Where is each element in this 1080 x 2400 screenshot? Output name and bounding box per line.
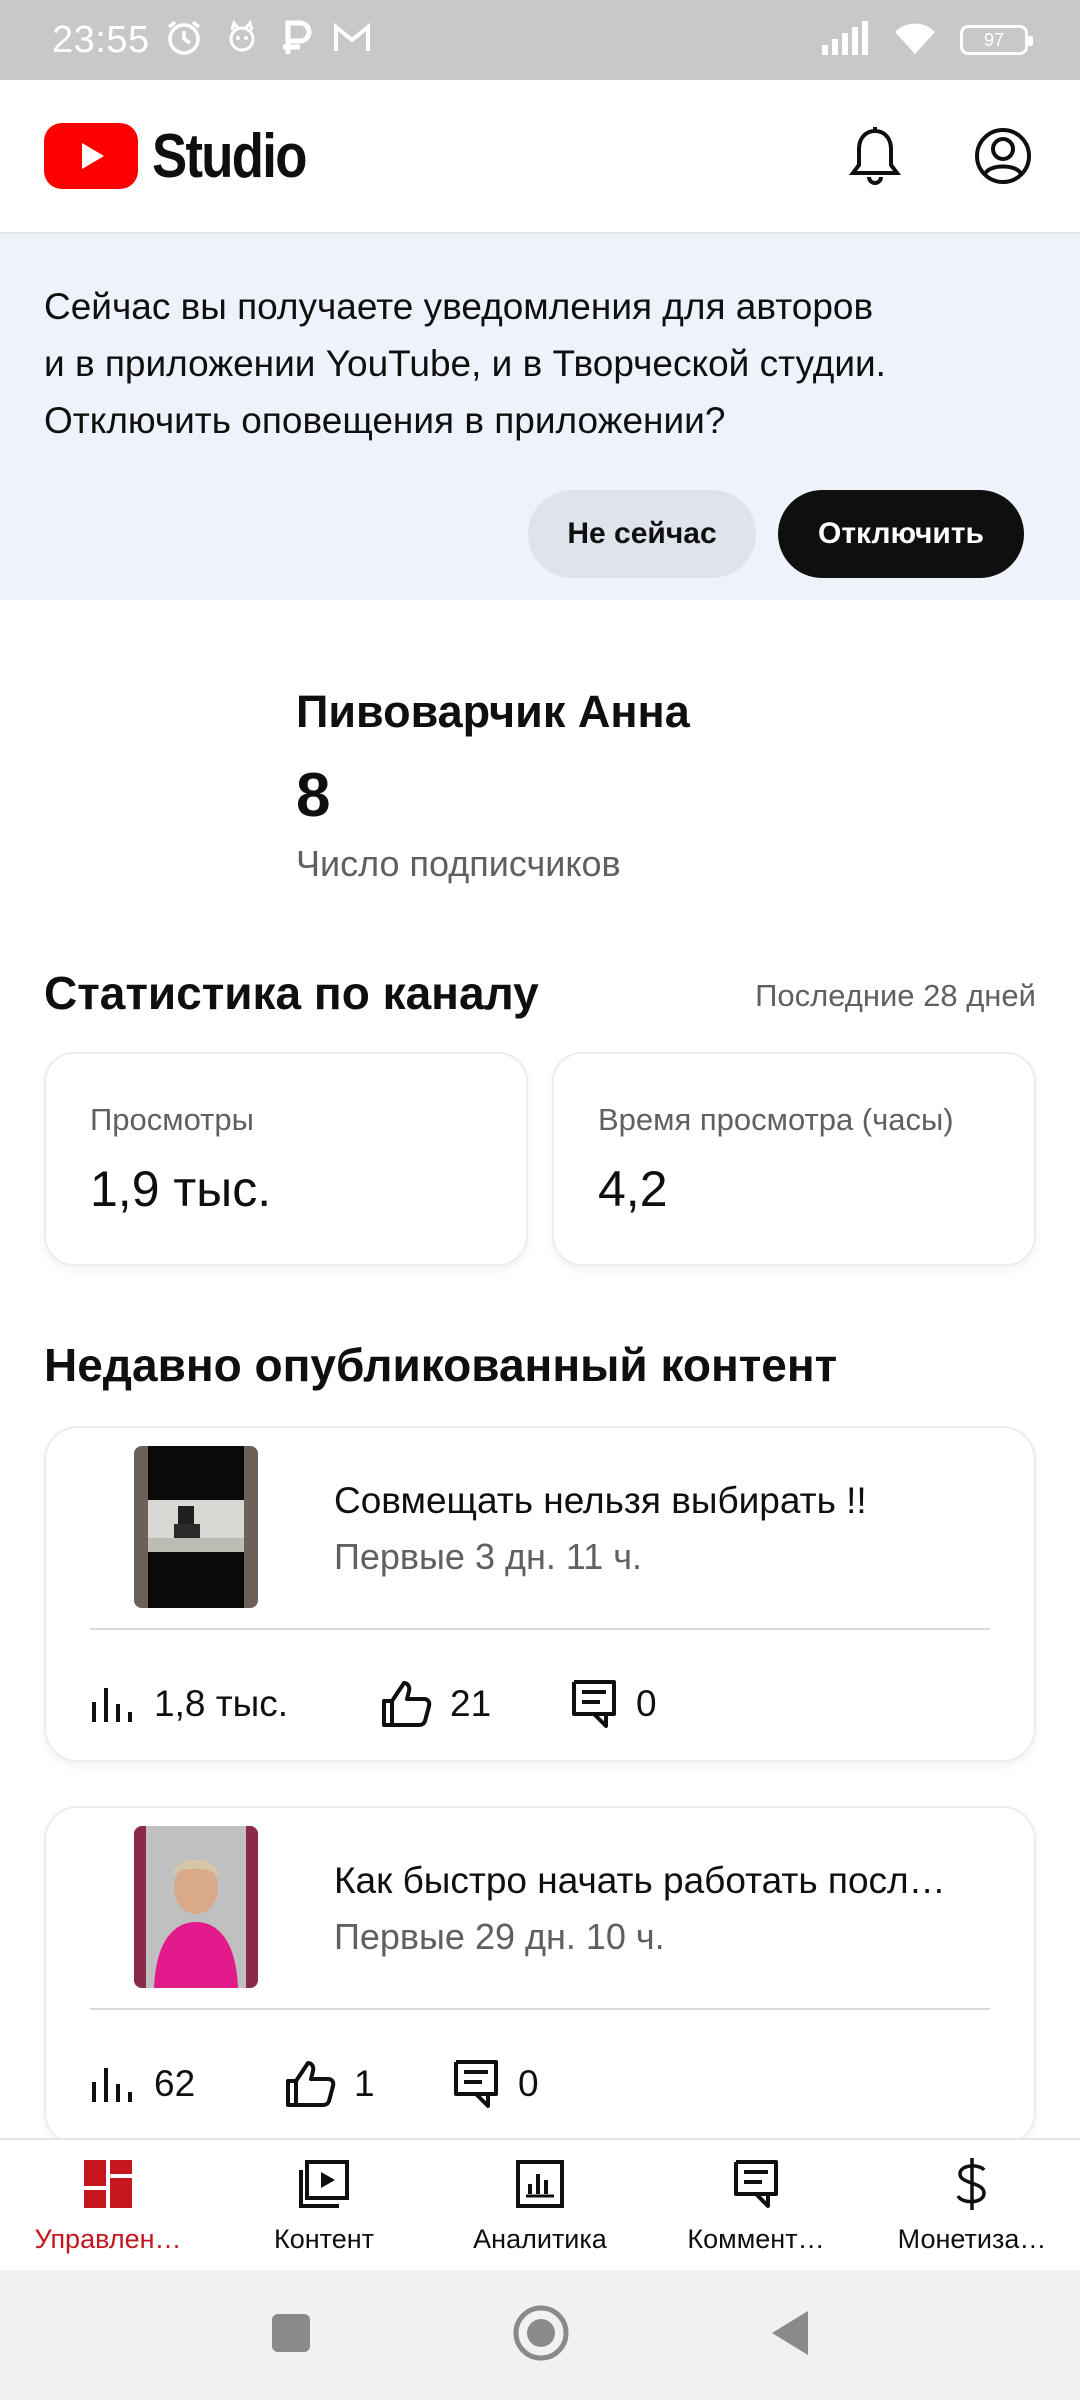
- likes-count: 1: [354, 2063, 375, 2104]
- comment-icon: [572, 1680, 616, 1728]
- comments-icon: [728, 2156, 784, 2212]
- header-actions: [842, 123, 1036, 189]
- nav-label: Контент: [273, 2224, 374, 2254]
- not-now-button[interactable]: Не сейчас: [528, 490, 756, 578]
- battery-level: 97: [983, 29, 1005, 50]
- video-card-header[interactable]: Совмещать нельзя выбирать !! Первые 3 дн…: [46, 1428, 1034, 1628]
- comments-count: 0: [518, 2063, 539, 2104]
- banner-line-2: и в приложении YouTube, и в Творческой с…: [44, 343, 886, 384]
- status-bar: 23:55 97: [0, 0, 1080, 80]
- bell-icon: [849, 127, 901, 185]
- nav-label: Управлен…: [34, 2224, 182, 2254]
- watch-time-label: Время просмотра (часы): [598, 1102, 954, 1137]
- views-card[interactable]: Просмотры 1,9 тыс.: [44, 1052, 528, 1266]
- disable-notifications-button[interactable]: Отключить: [778, 490, 1024, 578]
- video-period: Первые 29 дн. 10 ч.: [334, 1916, 665, 1957]
- nav-label: Монетиза…: [897, 2224, 1047, 2254]
- alarm-icon: [164, 18, 204, 63]
- nav-monetization[interactable]: Монетиза…: [864, 2140, 1080, 2270]
- video-title: Как быстро начать работать посл…: [334, 1860, 946, 1901]
- dashboard-icon: [80, 2156, 136, 2212]
- dollar-icon: [944, 2156, 1000, 2212]
- nav-comments[interactable]: Коммент…: [648, 2140, 864, 2270]
- likes-count: 21: [450, 1683, 492, 1724]
- comment-icon: [454, 2060, 498, 2108]
- nav-content[interactable]: Контент: [216, 2140, 432, 2270]
- notifications-button[interactable]: [842, 123, 908, 189]
- status-icons-left: [164, 18, 372, 63]
- recent-title: Недавно опубликованный контент: [44, 1339, 838, 1391]
- account-icon: [975, 128, 1031, 184]
- views-value: 1,9 тыс.: [90, 1161, 272, 1217]
- system-navigation: [0, 2270, 1080, 2400]
- back-triangle-icon: [772, 2310, 808, 2355]
- like-icon: [382, 1681, 432, 1727]
- youtube-play-icon: [44, 123, 138, 189]
- notification-banner: Сейчас вы получаете уведомления для авто…: [0, 234, 1080, 600]
- views-count: 62: [154, 2063, 196, 2104]
- nav-analytics[interactable]: Аналитика: [432, 2140, 648, 2270]
- p-icon: [280, 18, 314, 63]
- views-icon: [92, 1688, 132, 1722]
- comments-count: 0: [636, 1683, 657, 1724]
- card-divider: [90, 1628, 990, 1630]
- bottom-navigation: Управлен… Контент Аналитика Коммент… Мон…: [0, 2138, 1080, 2270]
- video-title: Совмещать нельзя выбирать !!: [334, 1480, 867, 1521]
- video-period: Первые 3 дн. 11 ч.: [334, 1536, 642, 1577]
- battery-icon: 97: [960, 25, 1033, 55]
- views-metric: 62: [90, 2063, 284, 2105]
- channel-name: Пивоварчик Анна: [296, 686, 690, 737]
- views-count: 1,8 тыс.: [154, 1683, 289, 1724]
- nav-label: Коммент…: [687, 2224, 825, 2254]
- gmail-icon: [332, 21, 372, 60]
- nav-label: Аналитика: [473, 2224, 607, 2254]
- signal-icon: [820, 20, 870, 60]
- app-header: Studio: [0, 80, 1080, 234]
- likes-metric: 1: [284, 2059, 452, 2109]
- home-button[interactable]: [512, 2304, 570, 2367]
- channel-summary: Пивоварчик Анна 8 Число подписчиков: [296, 686, 690, 885]
- banner-actions: Не сейчас Отключить: [528, 490, 1024, 578]
- views-label: Просмотры: [90, 1102, 254, 1137]
- recents-button[interactable]: [270, 2312, 312, 2359]
- stats-title: Статистика по каналу: [44, 967, 539, 1019]
- analytics-icon: [512, 2156, 568, 2212]
- logo-text: Studio: [152, 121, 307, 191]
- status-icons-right: 97: [820, 20, 1033, 61]
- video-thumbnail[interactable]: [134, 1826, 258, 1988]
- back-button[interactable]: [770, 2309, 810, 2362]
- likes-metric: 21: [380, 1679, 570, 1729]
- video-card[interactable]: Как быстро начать работать посл… Первые …: [44, 1806, 1036, 2146]
- content-icon: [296, 2156, 352, 2212]
- comments-metric: 0: [452, 2058, 539, 2110]
- watch-time-value: 4,2: [598, 1161, 668, 1217]
- video-thumbnail[interactable]: [134, 1446, 258, 1608]
- studio-logo[interactable]: Studio: [44, 121, 333, 192]
- subscriber-count: 8: [296, 761, 331, 830]
- banner-line-1: Сейчас вы получаете уведомления для авто…: [44, 286, 874, 327]
- banner-message: Сейчас вы получаете уведомления для авто…: [44, 278, 1034, 449]
- cat-icon: [222, 18, 262, 63]
- comments-metric: 0: [570, 1678, 657, 1730]
- views-metric: 1,8 тыс.: [90, 1683, 380, 1725]
- status-time: 23:55: [52, 18, 150, 61]
- views-icon: [92, 2068, 132, 2102]
- circle-icon: [513, 2305, 569, 2360]
- wifi-icon: [892, 20, 938, 61]
- video-metrics: 1,8 тыс. 21 0: [90, 1678, 657, 1730]
- square-icon: [272, 2313, 310, 2352]
- card-divider: [90, 2008, 990, 2010]
- account-button[interactable]: [970, 123, 1036, 189]
- banner-line-3: Отключить оповещения в приложении?: [44, 400, 726, 441]
- stats-period: Последние 28 дней: [755, 978, 1036, 1013]
- nav-dashboard[interactable]: Управлен…: [0, 2140, 216, 2270]
- video-card[interactable]: Совмещать нельзя выбирать !! Первые 3 дн…: [44, 1426, 1036, 1762]
- like-icon: [286, 2061, 336, 2107]
- subscriber-label: Число подписчиков: [296, 843, 621, 884]
- video-card-header[interactable]: Как быстро начать работать посл… Первые …: [46, 1808, 1034, 2008]
- watch-time-card[interactable]: Время просмотра (часы) 4,2: [552, 1052, 1036, 1266]
- video-metrics: 62 1 0: [90, 2058, 539, 2110]
